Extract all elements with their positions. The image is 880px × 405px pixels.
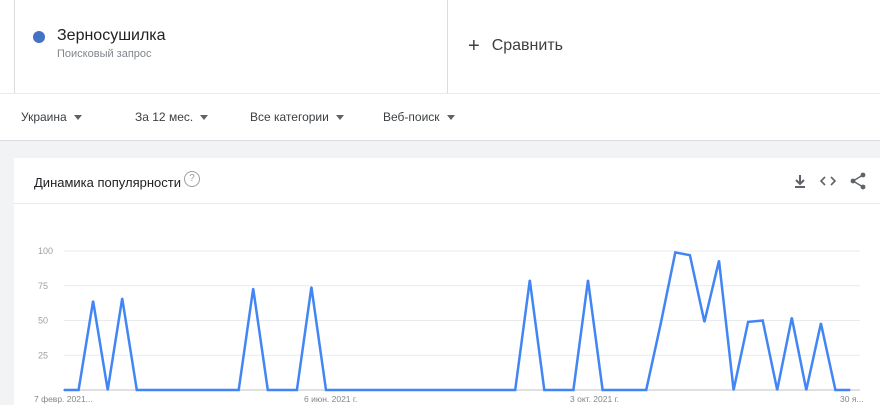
data-point[interactable] (223, 389, 225, 391)
data-point[interactable] (543, 389, 546, 391)
share-icon[interactable] (848, 171, 868, 191)
search-term-card[interactable]: Зерносушилка Поисковый запрос (14, 0, 448, 93)
data-point[interactable] (630, 389, 633, 391)
search-type-filter[interactable]: Веб-поиск (383, 110, 455, 124)
data-point[interactable] (761, 319, 764, 322)
x-tick-label: 6 июн. 2021 г. (304, 394, 357, 404)
data-point[interactable] (849, 389, 851, 391)
search-term-name[interactable]: Зерносушилка (57, 27, 166, 45)
data-point[interactable] (689, 254, 691, 256)
data-point[interactable] (63, 389, 65, 391)
search-type-filter-label: Веб-поиск (383, 110, 440, 124)
time-range-filter[interactable]: За 12 мес. (135, 110, 209, 124)
data-point[interactable] (296, 389, 298, 391)
data-point[interactable] (165, 389, 167, 391)
data-point[interactable] (208, 389, 211, 391)
data-point[interactable] (92, 300, 94, 302)
data-point[interactable] (310, 286, 313, 288)
data-point[interactable] (441, 389, 444, 391)
filter-bar: Украина За 12 мес. Все категории Веб-пои… (0, 93, 880, 141)
compare-button[interactable]: + Сравнить (468, 36, 563, 56)
data-point[interactable] (179, 389, 182, 391)
chart-header: Динамика популярности ? (14, 158, 880, 204)
data-point[interactable] (237, 389, 240, 391)
data-point[interactable] (820, 322, 822, 325)
category-filter-label: Все категории (250, 110, 329, 124)
data-point[interactable] (383, 389, 386, 391)
data-point[interactable] (558, 389, 560, 391)
data-point[interactable] (587, 279, 589, 281)
data-point[interactable] (354, 389, 356, 391)
data-point[interactable] (136, 389, 138, 391)
region-filter-label: Украина (21, 110, 67, 124)
data-point[interactable] (674, 251, 677, 254)
y-tick-label: 100 (38, 246, 53, 256)
data-point[interactable] (514, 389, 516, 391)
data-point[interactable] (529, 279, 531, 281)
data-point[interactable] (805, 389, 808, 391)
chevron-down-icon (335, 114, 344, 120)
data-point[interactable] (252, 287, 254, 290)
data-point[interactable] (645, 389, 647, 391)
category-filter[interactable]: Все категории (250, 110, 344, 124)
data-point[interactable] (572, 389, 575, 391)
data-point[interactable] (601, 389, 604, 391)
y-tick-label: 25 (38, 350, 48, 360)
data-point[interactable] (470, 389, 473, 391)
data-point[interactable] (339, 389, 342, 391)
interest-line-chart: 25 50 75 100 7 февр. 2021... 6 июн. 2021 г. 3 … (34, 246, 864, 404)
data-point[interactable] (616, 389, 618, 391)
region-filter[interactable]: Украина (21, 110, 82, 124)
data-point[interactable] (194, 389, 196, 391)
data-point[interactable] (485, 389, 487, 391)
help-circle-icon[interactable]: ? (184, 171, 200, 187)
x-tick-label: 30 я... (840, 394, 864, 404)
chevron-down-icon (73, 114, 82, 120)
x-tick-label: 3 окт. 2021 г. (570, 394, 619, 404)
search-term-type: Поисковый запрос (57, 48, 152, 60)
data-point[interactable] (747, 321, 749, 323)
y-tick-label: 50 (38, 316, 48, 326)
plus-icon: + (468, 35, 480, 57)
data-point[interactable] (834, 389, 837, 391)
data-point[interactable] (703, 321, 706, 323)
data-point[interactable] (732, 389, 735, 391)
data-point[interactable] (325, 389, 327, 391)
data-point[interactable] (77, 389, 80, 391)
data-point[interactable] (427, 389, 429, 391)
chevron-down-icon (200, 114, 209, 120)
data-point[interactable] (776, 389, 778, 391)
data-point[interactable] (718, 259, 720, 262)
chevron-down-icon (446, 114, 455, 120)
data-point[interactable] (791, 316, 793, 319)
compare-label: Сравнить (491, 37, 563, 54)
download-icon[interactable] (790, 171, 810, 191)
time-range-filter-label: За 12 мес. (135, 110, 194, 124)
data-point[interactable] (368, 389, 371, 391)
interest-over-time-card: Динамика популярности ? 25 50 75 100 7 фе (14, 158, 880, 405)
data-point[interactable] (106, 389, 109, 391)
data-point[interactable] (499, 389, 502, 391)
embed-code-icon[interactable] (818, 171, 838, 191)
series-line[interactable] (64, 250, 850, 392)
chart-title: Динамика популярности (34, 175, 181, 190)
data-point[interactable] (660, 322, 662, 325)
data-point[interactable] (267, 389, 269, 391)
data-point[interactable] (121, 297, 123, 300)
search-terms-panel: Зерносушилка Поисковый запрос + Сравнить (0, 0, 880, 93)
data-point[interactable] (398, 389, 400, 391)
y-tick-label: 75 (38, 281, 48, 291)
data-point[interactable] (281, 389, 284, 391)
data-point[interactable] (456, 389, 458, 391)
data-point[interactable] (150, 389, 153, 391)
data-point[interactable] (412, 389, 415, 391)
x-tick-label: 7 февр. 2021... (34, 394, 93, 404)
term-color-dot (33, 31, 45, 43)
